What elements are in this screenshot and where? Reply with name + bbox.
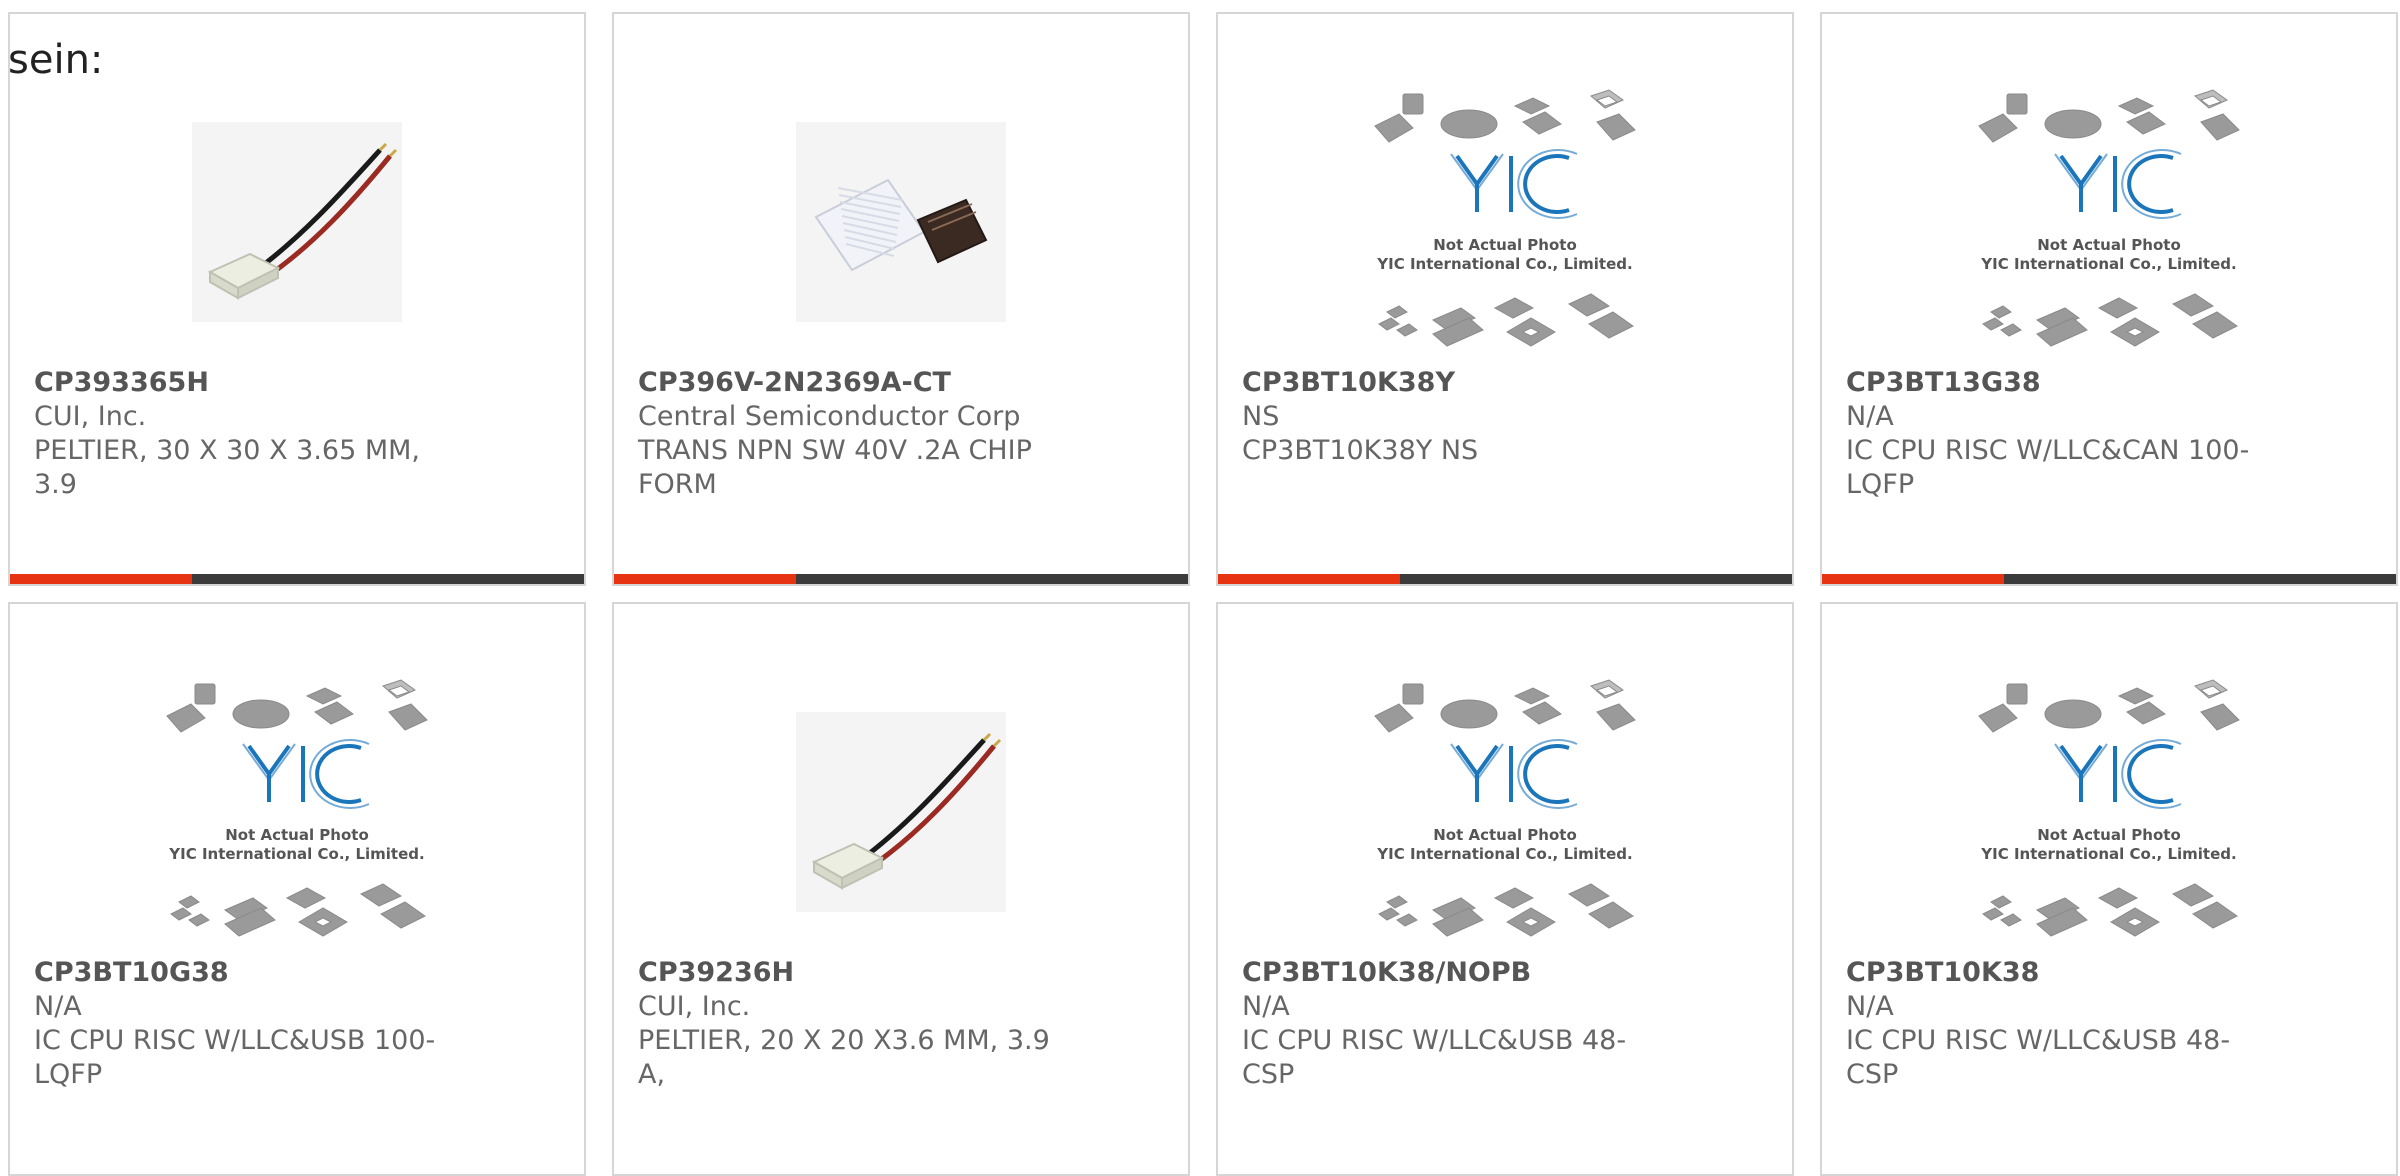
card-bar-accent [1822, 574, 2004, 584]
part-number-link[interactable]: CP39236H [638, 956, 1068, 990]
yic-placeholder-graphic: Not Actual Photo YIC International Co., … [1978, 89, 2240, 347]
placeholder-image[interactable]: Not Actual Photo YIC International Co., … [1977, 86, 2241, 358]
card-bottom-bar [1218, 574, 1792, 584]
yic-placeholder-graphic: Not Actual Photo YIC International Co., … [166, 679, 428, 937]
product-info: CP393365H CUI, Inc. PELTIER, 30 X 30 X 3.6… [34, 366, 464, 502]
manufacturer: N/A [1242, 991, 1290, 1022]
product-card[interactable]: Not Actual Photo YIC International Co., … [8, 602, 586, 1176]
card-bar-accent [1218, 574, 1400, 584]
description: TRANS NPN SW 40V .2A CHIP FORM [638, 435, 1032, 500]
part-number-link[interactable]: CP3BT13G38 [1846, 366, 2276, 400]
card-bottom-bar [1822, 574, 2396, 584]
peltier-module-photo-graphic [192, 122, 402, 322]
yic-placeholder-graphic: Not Actual Photo YIC International Co., … [1374, 89, 1636, 347]
svg-text:Not Actual Photo: Not Actual Photo [1433, 236, 1577, 254]
manufacturer: Central Semiconductor Corp [638, 401, 1021, 432]
description: IC CPU RISC W/LLC&USB 100-LQFP [34, 1025, 436, 1090]
svg-text:YIC International Co., Limited: YIC International Co., Limited. [1376, 845, 1632, 863]
description: IC CPU RISC W/LLC&USB 48-CSP [1242, 1025, 1627, 1090]
part-number-link[interactable]: CP3BT10K38/NOPB [1242, 956, 1672, 990]
manufacturer: NS [1242, 401, 1280, 432]
card-bar-accent [614, 574, 796, 584]
card-bottom-bar [10, 574, 584, 584]
product-card[interactable]: Not Actual Photo YIC International Co., … [1820, 602, 2398, 1176]
svg-text:Not Actual Photo: Not Actual Photo [1433, 826, 1577, 844]
product-image[interactable] [769, 676, 1033, 948]
yic-placeholder-graphic: Not Actual Photo YIC International Co., … [1374, 679, 1636, 937]
product-card[interactable]: CP39236H CUI, Inc. PELTIER, 20 X 20 X3.6 M… [612, 602, 1190, 1176]
peltier-module-photo-graphic [796, 712, 1006, 912]
svg-text:Not Actual Photo: Not Actual Photo [2037, 826, 2181, 844]
product-card[interactable]: Not Actual Photo YIC International Co., … [1216, 12, 1794, 586]
product-card[interactable]: Not Actual Photo YIC International Co., … [1216, 602, 1794, 1176]
card-bottom-bar [614, 574, 1188, 584]
description: PELTIER, 30 X 30 X 3.65 MM, 3.9 [34, 435, 421, 500]
product-image[interactable] [165, 86, 429, 358]
product-info: CP39236H CUI, Inc. PELTIER, 20 X 20 X3.6 M… [638, 956, 1068, 1092]
description: PELTIER, 20 X 20 X3.6 MM, 3.9 A, [638, 1025, 1050, 1090]
intro-text: sein: [8, 37, 104, 83]
svg-text:YIC International Co., Limited: YIC International Co., Limited. [1376, 255, 1632, 273]
product-card[interactable]: CP393365H CUI, Inc. PELTIER, 30 X 30 X 3.6… [8, 12, 586, 586]
product-info: CP3BT10K38Y NS CP3BT10K38Y NS [1242, 366, 1672, 468]
part-number-link[interactable]: CP393365H [34, 366, 464, 400]
description: CP3BT10K38Y NS [1242, 435, 1479, 466]
product-info: CP3BT10K38/NOPB N/A IC CPU RISC W/LLC&USB … [1242, 956, 1672, 1092]
placeholder-image[interactable]: Not Actual Photo YIC International Co., … [1373, 86, 1637, 358]
svg-text:Not Actual Photo: Not Actual Photo [2037, 236, 2181, 254]
placeholder-image[interactable]: Not Actual Photo YIC International Co., … [1373, 676, 1637, 948]
manufacturer: N/A [34, 991, 82, 1022]
product-card[interactable]: CP396V-2N2369A-CT Central Semiconductor C… [612, 12, 1190, 586]
product-image[interactable] [769, 86, 1033, 358]
product-info: CP3BT10G38 N/A IC CPU RISC W/LLC&USB 100-L… [34, 956, 464, 1092]
yic-placeholder-graphic: Not Actual Photo YIC International Co., … [1978, 679, 2240, 937]
placeholder-image[interactable]: Not Actual Photo YIC International Co., … [165, 676, 429, 948]
svg-text:YIC International Co., Limited: YIC International Co., Limited. [1980, 255, 2236, 273]
manufacturer: N/A [1846, 401, 1894, 432]
part-number-link[interactable]: CP3BT10K38Y [1242, 366, 1672, 400]
svg-text:YIC International Co., Limited: YIC International Co., Limited. [1980, 845, 2236, 863]
svg-text:Not Actual Photo: Not Actual Photo [225, 826, 369, 844]
placeholder-image[interactable]: Not Actual Photo YIC International Co., … [1977, 676, 2241, 948]
manufacturer: CUI, Inc. [34, 401, 147, 432]
product-info: CP3BT10K38 N/A IC CPU RISC W/LLC&USB 48-CS… [1846, 956, 2276, 1092]
card-bar-accent [10, 574, 192, 584]
part-number-link[interactable]: CP3BT10G38 [34, 956, 464, 990]
product-info: CP396V-2N2369A-CT Central Semiconductor C… [638, 366, 1068, 502]
chip-die-photo-graphic [796, 122, 1006, 322]
product-card[interactable]: Not Actual Photo YIC International Co., … [1820, 12, 2398, 586]
svg-text:YIC International Co., Limited: YIC International Co., Limited. [168, 845, 424, 863]
product-info: CP3BT13G38 N/A IC CPU RISC W/LLC&CAN 100-L… [1846, 366, 2276, 502]
manufacturer: CUI, Inc. [638, 991, 751, 1022]
description: IC CPU RISC W/LLC&CAN 100-LQFP [1846, 435, 2250, 500]
description: IC CPU RISC W/LLC&USB 48-CSP [1846, 1025, 2231, 1090]
manufacturer: N/A [1846, 991, 1894, 1022]
part-number-link[interactable]: CP3BT10K38 [1846, 956, 2276, 990]
part-number-link[interactable]: CP396V-2N2369A-CT [638, 366, 1068, 400]
